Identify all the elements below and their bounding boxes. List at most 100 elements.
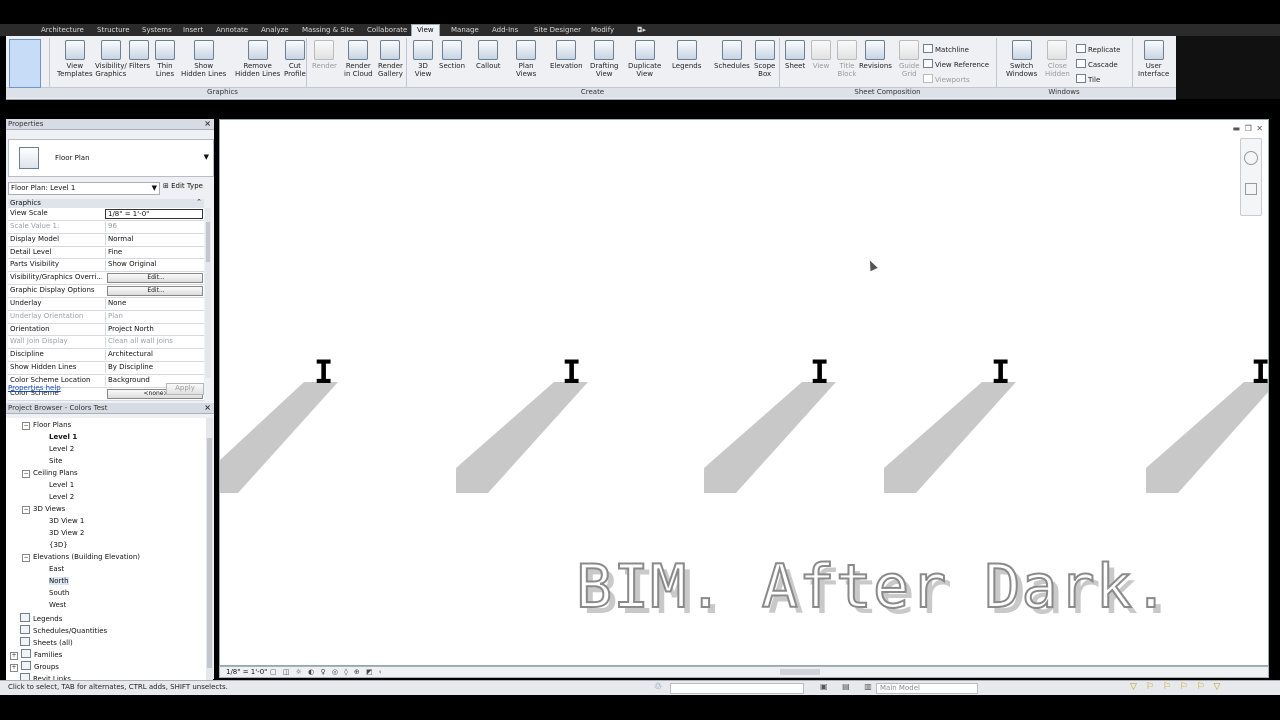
instance-dropdown[interactable]: Floor Plan: Level 1 ▼: [8, 182, 160, 195]
ribbon-button-thin-lines[interactable]: Thin Lines: [155, 40, 175, 78]
steering-wheel-icon[interactable]: [1244, 151, 1258, 165]
chevron-down-icon[interactable]: ▼: [204, 153, 209, 161]
collapse-icon[interactable]: −: [22, 506, 30, 514]
ribbon-button-callout[interactable]: Callout: [476, 40, 501, 70]
collapse-icon[interactable]: −: [22, 422, 30, 430]
browser-node[interactable]: Level 1: [49, 481, 74, 489]
browser-node[interactable]: East: [49, 565, 64, 573]
column-mark[interactable]: I: [810, 356, 829, 388]
tab-architecture[interactable]: Architecture: [41, 26, 84, 34]
tab-analyze[interactable]: Analyze: [261, 26, 289, 34]
ribbon-button-view-templates[interactable]: View Templates: [57, 40, 93, 78]
type-selector[interactable]: Floor Plan ▼: [8, 139, 214, 177]
ribbon-small-button-replicate[interactable]: Replicate: [1076, 44, 1120, 54]
property-row[interactable]: Discipline Architectural: [8, 349, 204, 363]
tab-insert[interactable]: Insert: [183, 26, 203, 34]
tab-overflow-icon[interactable]: ◘▸: [637, 26, 646, 34]
ribbon-button-3d-view[interactable]: 3D View: [413, 40, 433, 78]
expand-icon[interactable]: +: [10, 664, 18, 672]
browser-node[interactable]: 3D View 1: [49, 517, 84, 525]
browser-node[interactable]: Schedules/Quantities: [20, 625, 107, 635]
properties-close-icon[interactable]: ×: [204, 119, 211, 128]
ribbon-small-button-view-reference[interactable]: View Reference: [923, 59, 989, 69]
worksharing-icon[interactable]: ♲: [654, 682, 662, 692]
property-row[interactable]: Show Hidden Lines By Discipline: [8, 362, 204, 375]
property-edit-button[interactable]: Edit...: [107, 273, 203, 284]
navigation-bar[interactable]: [1240, 138, 1262, 216]
tab-view[interactable]: View: [411, 24, 440, 36]
ribbon-button-switch-windows[interactable]: Switch Windows: [1006, 40, 1037, 78]
group-header-graphics[interactable]: Graphics ⌃: [8, 198, 204, 208]
drawing-canvas[interactable]: I I I I I BIM. After Dark. ▬ ❐ ✕: [219, 119, 1269, 666]
tab-systems[interactable]: Systems: [142, 26, 172, 34]
browser-scrollbar[interactable]: [206, 418, 213, 680]
ribbon-button-render[interactable]: Render: [312, 40, 337, 70]
browser-node[interactable]: + Groups: [10, 661, 59, 672]
column-mark[interactable]: I: [991, 356, 1010, 388]
ribbon-button-sheet[interactable]: Sheet: [785, 40, 805, 70]
ribbon-panel-title[interactable]: Windows: [996, 87, 1132, 98]
ribbon-button-view[interactable]: View: [811, 40, 831, 70]
browser-node[interactable]: South: [49, 589, 69, 597]
ribbon-small-button-matchline[interactable]: Matchline: [923, 44, 969, 54]
ribbon-button-cut-profile[interactable]: Cut Profile: [284, 40, 306, 78]
ribbon-button-duplicate-view[interactable]: Duplicate View: [628, 40, 661, 78]
view-control-icons[interactable]: ▢ ◫ ☼ ◐ ♀ ◎ ◊ ⊕ ◩ ‹: [270, 668, 384, 676]
browser-node[interactable]: West: [49, 601, 66, 609]
browser-node[interactable]: Site: [49, 457, 62, 465]
browser-node[interactable]: − Ceiling Plans: [22, 469, 78, 478]
tab-manage[interactable]: Manage: [451, 26, 479, 34]
property-row[interactable]: Orientation Project North: [8, 323, 204, 337]
ribbon-button-title-block[interactable]: Title Block: [837, 40, 857, 78]
ribbon-button-section[interactable]: Section: [439, 40, 465, 70]
browser-node[interactable]: Level 2: [49, 445, 74, 453]
property-row[interactable]: Display Model Normal: [8, 233, 204, 247]
tab-collaborate[interactable]: Collaborate: [367, 26, 407, 34]
ribbon-button-plan-views[interactable]: Plan Views: [516, 40, 536, 78]
ribbon-button-elevation[interactable]: Elevation: [550, 40, 583, 70]
ribbon-button-render-in-cloud[interactable]: Render in Cloud: [344, 40, 373, 78]
properties-scrollbar[interactable]: [205, 208, 211, 378]
ribbon-panel-title[interactable]: [1132, 87, 1176, 98]
design-option-dropdown[interactable]: Main Model: [876, 683, 978, 694]
view-window-controls[interactable]: ▬ ❐ ✕: [1232, 124, 1264, 133]
property-row[interactable]: Parts Visibility Show Original: [8, 259, 204, 273]
browser-node[interactable]: 3D View 2: [49, 529, 84, 537]
ribbon-button-scope-box[interactable]: Scope Box: [754, 40, 775, 78]
apply-button[interactable]: Apply: [166, 383, 204, 395]
tab-annotate[interactable]: Annotate: [216, 26, 248, 34]
browser-node[interactable]: − Elevations (Building Elevation): [22, 553, 140, 562]
tab-modify[interactable]: Modify: [591, 26, 614, 34]
ribbon-button-revisions[interactable]: Revisions: [859, 40, 892, 70]
ribbon-button-schedules[interactable]: Schedules: [714, 40, 750, 70]
property-row[interactable]: Wall Join Display Clean all wall joins: [8, 336, 204, 350]
tab-site-designer[interactable]: Site Designer: [534, 26, 581, 34]
browser-node[interactable]: + Families: [10, 649, 62, 660]
project-browser-close-icon[interactable]: ×: [204, 403, 211, 412]
ribbon-panel-title[interactable]: Create: [406, 87, 779, 98]
ribbon-button-user-interface[interactable]: User Interface: [1138, 40, 1169, 78]
collapse-icon[interactable]: −: [22, 470, 30, 478]
ribbon-button-filters[interactable]: Filters: [129, 40, 150, 70]
browser-node[interactable]: − Floor Plans: [22, 421, 71, 430]
browser-node[interactable]: Level 1: [49, 433, 77, 441]
ribbon-button-close-hidden[interactable]: Close Hidden: [1045, 40, 1070, 78]
property-row[interactable]: Graphic Display Options Edit...: [8, 285, 204, 298]
ribbon-button-show-hidden-lines[interactable]: Show Hidden Lines: [181, 40, 226, 78]
view-scale-control[interactable]: 1/8" = 1'-0": [226, 668, 267, 676]
property-row[interactable]: Visibility/Graphics Overri... Edit...: [8, 272, 204, 286]
collapse-icon[interactable]: ⌃: [196, 198, 202, 206]
property-row[interactable]: Scale Value 1: 96: [8, 220, 204, 234]
edit-type-button[interactable]: ⊞ Edit Type: [163, 182, 203, 190]
collapse-icon[interactable]: −: [22, 554, 30, 562]
ribbon-panel-title[interactable]: [6, 87, 39, 98]
ribbon-small-button-tile[interactable]: Tile: [1076, 74, 1100, 84]
column-mark[interactable]: I: [562, 356, 581, 388]
browser-node[interactable]: Legends: [20, 613, 62, 623]
tab-massing-site[interactable]: Massing & Site: [302, 26, 354, 34]
ribbon-button-remove-hidden-lines[interactable]: Remove Hidden Lines: [235, 40, 280, 78]
zoom-icon[interactable]: [1245, 183, 1257, 195]
property-row[interactable]: Detail Level Fine: [8, 246, 204, 260]
workset-dropdown[interactable]: [670, 683, 804, 694]
browser-node[interactable]: North: [49, 577, 69, 585]
